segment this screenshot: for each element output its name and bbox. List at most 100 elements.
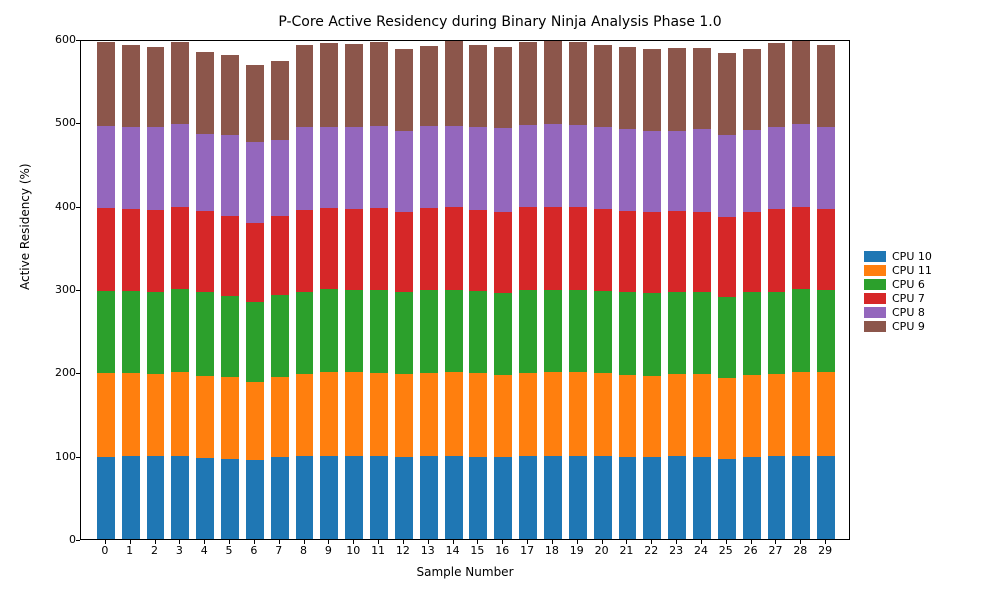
bar-segment [668, 48, 686, 131]
bar-segment [196, 211, 214, 293]
bar-segment [519, 125, 537, 207]
bar-segment [519, 456, 537, 539]
bar-group [171, 41, 189, 539]
y-tick-mark [76, 207, 80, 208]
legend-label: CPU 6 [892, 278, 925, 291]
legend-row: CPU 11 [864, 264, 932, 277]
bar-segment [97, 457, 115, 540]
bar-segment [569, 456, 587, 539]
bar-segment [97, 126, 115, 209]
bar-segment [395, 131, 413, 212]
bar-segment [643, 376, 661, 458]
bar-group [221, 41, 239, 539]
bar-segment [296, 127, 314, 210]
x-tick-label: 27 [768, 544, 782, 557]
bar-segment [221, 377, 239, 459]
bar-segment [420, 126, 438, 209]
bar-segment [196, 376, 214, 459]
legend-swatch [864, 279, 886, 290]
bar-segment [817, 45, 835, 127]
bar-segment [122, 456, 140, 539]
x-tick-label: 25 [719, 544, 733, 557]
bar-segment [445, 372, 463, 455]
bar-segment [221, 55, 239, 135]
bar-segment [196, 458, 214, 539]
bar-segment [296, 292, 314, 375]
y-tick-label: 500 [16, 116, 76, 129]
bar-segment [171, 207, 189, 289]
bar-group [147, 41, 165, 539]
bar-segment [519, 207, 537, 290]
bar-segment [320, 43, 338, 126]
bar-segment [594, 373, 612, 456]
bar-segment [743, 375, 761, 457]
bar-segment [817, 456, 835, 539]
bar-segment [469, 373, 487, 456]
bar-segment [519, 290, 537, 373]
bar-segment [569, 42, 587, 125]
bar-segment [594, 209, 612, 291]
legend-label: CPU 9 [892, 320, 925, 333]
bar-segment [420, 290, 438, 373]
y-tick-label: 300 [16, 283, 76, 296]
bar-segment [594, 291, 612, 374]
bar-segment [743, 457, 761, 540]
bar-segment [544, 372, 562, 455]
bar-segment [246, 382, 264, 460]
legend-row: CPU 7 [864, 292, 932, 305]
x-tick-label: 29 [818, 544, 832, 557]
bar-segment [494, 128, 512, 211]
bar-segment [345, 372, 363, 455]
bar-group [494, 41, 512, 539]
bar-segment [792, 372, 810, 455]
bar-segment [569, 372, 587, 455]
x-tick-label: 14 [446, 544, 460, 557]
bar-segment [122, 291, 140, 374]
bar-segment [271, 216, 289, 295]
bar-group [196, 41, 214, 539]
bar-segment [97, 373, 115, 456]
y-tick-mark [76, 457, 80, 458]
x-tick-label: 24 [694, 544, 708, 557]
bar-group [643, 41, 661, 539]
bar-segment [544, 456, 562, 539]
bar-segment [643, 131, 661, 213]
x-tick-label: 8 [300, 544, 307, 557]
bar-segment [718, 53, 736, 135]
bar-segment [296, 374, 314, 456]
bar-segment [768, 43, 786, 126]
bar-segment [246, 302, 264, 381]
legend-label: CPU 11 [892, 264, 932, 277]
bars-container [81, 41, 849, 539]
bar-segment [718, 378, 736, 459]
bar-segment [594, 456, 612, 539]
y-tick-label: 0 [16, 533, 76, 546]
bar-segment [271, 295, 289, 377]
bar-segment [345, 290, 363, 373]
legend-swatch [864, 265, 886, 276]
legend-swatch [864, 321, 886, 332]
bar-segment [469, 291, 487, 374]
bar-group [668, 41, 686, 539]
x-tick-label: 3 [176, 544, 183, 557]
legend-row: CPU 9 [864, 320, 932, 333]
y-tick-mark [76, 540, 80, 541]
bar-segment [122, 373, 140, 456]
x-tick-label: 15 [470, 544, 484, 557]
bar-segment [768, 209, 786, 292]
bar-segment [469, 45, 487, 127]
bar-segment [271, 457, 289, 539]
y-axis-label: Active Residency (%) [18, 163, 32, 290]
bar-segment [544, 41, 562, 124]
bar-group [345, 41, 363, 539]
bar-group [594, 41, 612, 539]
bar-segment [768, 374, 786, 456]
bar-segment [221, 135, 239, 216]
bar-segment [445, 207, 463, 290]
bar-segment [147, 292, 165, 374]
bar-segment [370, 456, 388, 539]
legend-swatch [864, 251, 886, 262]
bar-segment [469, 127, 487, 210]
bar-segment [370, 290, 388, 373]
x-tick-label: 4 [201, 544, 208, 557]
